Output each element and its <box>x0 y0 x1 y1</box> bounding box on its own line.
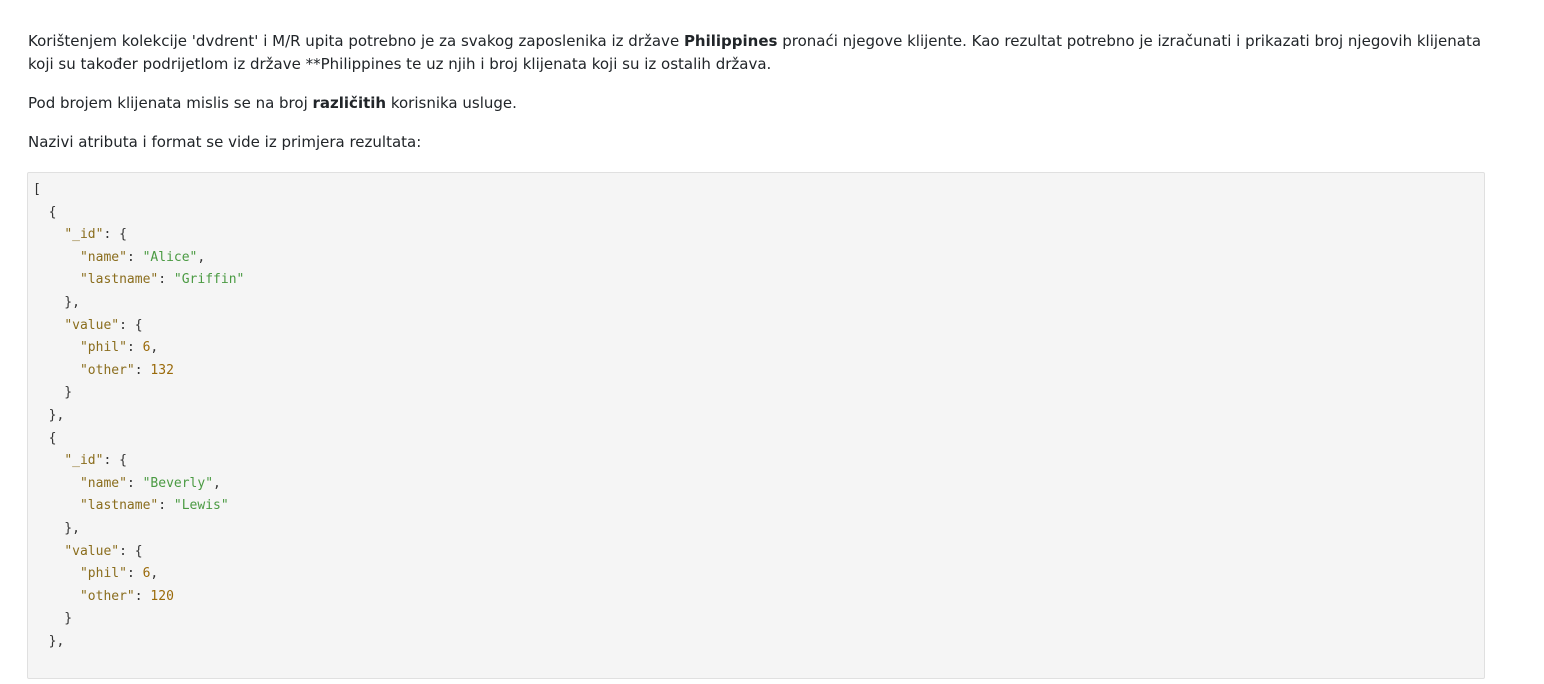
json-key: "phil" <box>79 566 127 582</box>
json-key: "lastname" <box>79 498 159 514</box>
json-example: [ { "_id": { "name": "Alice", "lastname"… <box>33 182 245 649</box>
paragraph-task: Korištenjem kolekcije 'dvdrent' i M/R up… <box>28 30 1488 76</box>
json-key: "phil" <box>79 340 127 356</box>
clients-text-part: korisnika usluge. <box>386 94 517 112</box>
task-text-part: Korištenjem kolekcije 'dvdrent' i M/R up… <box>28 32 684 50</box>
json-key: "other" <box>79 362 135 378</box>
json-other-value: 120 <box>150 588 174 604</box>
paragraph-format: Nazivi atributa i format se vide iz prim… <box>28 133 422 151</box>
json-phil-value: 6 <box>142 566 151 582</box>
task-country-bold: Philippines <box>683 32 778 50</box>
json-other-value: 132 <box>150 362 174 378</box>
json-key: "other" <box>79 588 135 604</box>
json-name-value: "Beverly" <box>142 475 214 491</box>
json-key: "name" <box>79 249 127 265</box>
clients-bold: različitih <box>312 94 387 112</box>
paragraph-clients: Pod brojem klijenata mislis se na broj r… <box>28 92 1488 115</box>
json-open-bracket: [ <box>33 182 41 197</box>
json-lastname-value: "Lewis" <box>173 498 229 514</box>
json-key: "value" <box>64 543 120 559</box>
json-key: "_id" <box>64 453 104 469</box>
json-lastname-value: "Griffin" <box>173 272 245 288</box>
json-name-value: "Alice" <box>142 249 198 265</box>
json-key: "_id" <box>64 227 104 243</box>
code-example-block[interactable]: [ { "_id": { "name": "Alice", "lastname"… <box>27 172 1485 679</box>
json-key: "lastname" <box>79 272 159 288</box>
assignment-text: Korištenjem kolekcije 'dvdrent' i M/R up… <box>28 30 1488 170</box>
clients-text-part: Pod brojem klijenata mislis se na broj <box>28 94 313 112</box>
json-key: "value" <box>64 317 120 333</box>
json-phil-value: 6 <box>142 340 151 356</box>
json-key: "name" <box>79 475 127 491</box>
